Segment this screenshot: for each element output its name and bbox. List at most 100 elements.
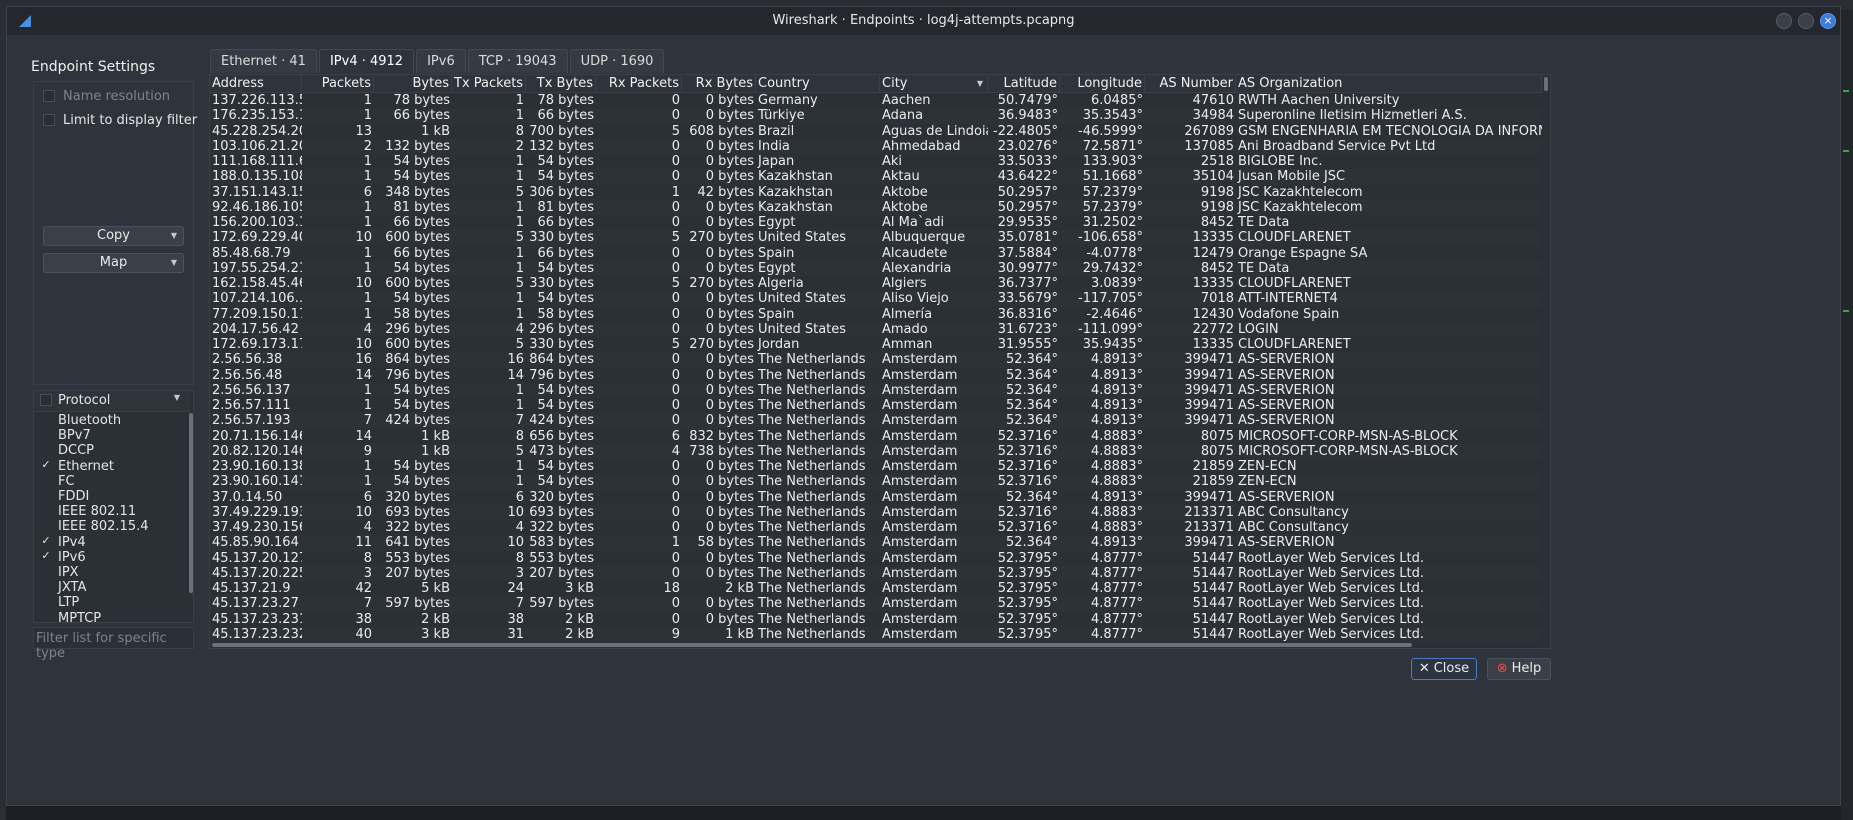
window-close-button[interactable]: ×: [1820, 13, 1836, 29]
table-row[interactable]: 23.90.160.141 1 54 bytes 1 54 bytes 0 0 bytes T…: [210, 474, 1542, 490]
tab-ipv4[interactable]: IPv4 · 4912: [318, 49, 415, 73]
table-row[interactable]: 37.49.230.156 4 322 bytes 4 322 bytes 0 0 byte…: [210, 520, 1542, 535]
protocol-item[interactable]: FDDI: [34, 489, 190, 504]
protocol-item[interactable]: MPTCP: [34, 611, 190, 622]
table-row[interactable]: 204.17.56.42 4 296 bytes 4 296 bytes 0 0 bytes…: [210, 321, 1542, 337]
protocol-all-checkbox[interactable]: [40, 394, 52, 406]
protocol-item[interactable]: IEEE 802.15.4: [34, 519, 190, 534]
maximize-button[interactable]: [1798, 13, 1814, 29]
table-horizontal-scrollbar[interactable]: [210, 642, 1542, 648]
table-row[interactable]: 188.0.135.108 1 54 bytes 1 54 bytes 0 0 bytes K…: [210, 169, 1542, 185]
table-row[interactable]: 137.226.113.56 1 78 bytes 1 78 bytes 0 0 bytes…: [210, 93, 1542, 108]
column-header-rx-packets[interactable]: Rx Packets: [596, 75, 682, 92]
limit-display-filter-option[interactable]: Limit to display filter: [43, 111, 197, 129]
table-row[interactable]: 2.56.57.111 1 54 bytes 1 54 bytes 0 0 bytes The…: [210, 398, 1542, 413]
table-row[interactable]: 2.56.56.137 1 54 bytes 1 54 bytes 0 0 bytes The…: [210, 382, 1542, 398]
protocol-checkbox[interactable]: ✓: [40, 459, 52, 472]
protocol-checkbox[interactable]: [40, 414, 52, 426]
table-row[interactable]: 172.69.173.17 10 600 bytes 5 330 bytes 5 270 b…: [210, 337, 1542, 352]
protocol-filter-input[interactable]: Filter list for specific type: [33, 627, 194, 661]
protocol-item[interactable]: ✓ IPv6: [34, 550, 190, 565]
protocol-item[interactable]: IEEE 802.11: [34, 504, 190, 519]
protocol-checkbox[interactable]: ✓: [40, 550, 52, 563]
minimize-button[interactable]: [1776, 13, 1792, 29]
scrollbar-thumb[interactable]: [1544, 77, 1548, 91]
column-header-tx-packets[interactable]: Tx Packets: [452, 75, 526, 92]
protocol-item[interactable]: ✓ IPv4: [34, 535, 190, 550]
protocol-item[interactable]: ✓ Ethernet: [34, 459, 190, 474]
protocol-checkbox[interactable]: [40, 505, 52, 517]
table-row[interactable]: 23.90.160.138 1 54 bytes 1 54 bytes 0 0 bytes T…: [210, 459, 1542, 474]
tab-ethernet[interactable]: Ethernet · 41: [210, 49, 317, 73]
table-row[interactable]: 92.46.186.105 1 81 bytes 1 81 bytes 0 0 bytes K…: [210, 199, 1542, 215]
column-header-longitude[interactable]: Longitude: [1060, 75, 1145, 92]
table-row[interactable]: 162.158.45.46 10 600 bytes 5 330 bytes 5 270 b…: [210, 276, 1542, 291]
table-vertical-scrollbar[interactable]: [1542, 75, 1550, 640]
protocol-checkbox[interactable]: [40, 490, 52, 502]
protocol-header[interactable]: Protocol ▼: [34, 391, 190, 412]
name-resolution-option[interactable]: Name resolution: [43, 87, 170, 105]
table-row[interactable]: 20.71.156.146 14 1 kB 8 656 bytes 6 832 bytes T…: [210, 429, 1542, 444]
protocol-item[interactable]: JXTA: [34, 580, 190, 595]
table-row[interactable]: 85.48.68.79 1 66 bytes 1 66 bytes 0 0 bytes Spa…: [210, 246, 1542, 261]
protocol-item[interactable]: DCCP: [34, 443, 190, 458]
tab-tcp[interactable]: TCP · 19043: [467, 49, 568, 73]
table-row[interactable]: 45.137.23.231 38 2 kB 38 2 kB 0 0 bytes The Net…: [210, 612, 1542, 627]
table-row[interactable]: 37.0.14.50 6 320 bytes 6 320 bytes 0 0 bytes Th…: [210, 490, 1542, 505]
table-row[interactable]: 156.200.103.11 1 66 bytes 1 66 bytes 0 0 bytes…: [210, 215, 1542, 230]
table-row[interactable]: 103.106.21.202 2 132 bytes 2 132 bytes 0 0 byt…: [210, 138, 1542, 154]
limit-display-filter-checkbox[interactable]: [43, 114, 55, 126]
table-row[interactable]: 37.49.229.193 10 693 bytes 10 693 bytes 0 0 by…: [210, 504, 1542, 520]
column-header-city[interactable]: City ▼: [880, 75, 988, 92]
protocol-checkbox[interactable]: [40, 581, 52, 593]
table-row[interactable]: 2.56.56.38 16 864 bytes 16 864 bytes 0 0 bytes…: [210, 352, 1542, 368]
protocol-item[interactable]: IPX: [34, 565, 190, 580]
table-row[interactable]: 2.56.56.48 14 796 bytes 14 796 bytes 0 0 bytes…: [210, 368, 1542, 383]
protocol-checkbox[interactable]: [40, 612, 52, 622]
protocol-item[interactable]: BPv7: [34, 428, 190, 443]
table-row[interactable]: 176.235.153.1… 1 66 bytes 1 66 bytes 0 0 bytes…: [210, 108, 1542, 124]
protocol-checkbox[interactable]: [40, 520, 52, 532]
table-row[interactable]: 45.137.23.27 7 597 bytes 7 597 bytes 0 0 bytes…: [210, 596, 1542, 612]
table-row[interactable]: 172.69.229.40 10 600 bytes 5 330 bytes 5 270 b…: [210, 230, 1542, 246]
protocol-item[interactable]: LTP: [34, 595, 190, 610]
column-header-address[interactable]: Address: [210, 75, 302, 92]
protocol-item[interactable]: Bluetooth: [34, 413, 190, 428]
protocol-checkbox[interactable]: [40, 429, 52, 441]
table-row[interactable]: 45.228.254.200 13 1 kB 8 700 bytes 5 608 bytes…: [210, 124, 1542, 139]
table-row[interactable]: 45.137.20.127 8 553 bytes 8 553 bytes 0 0 byte…: [210, 551, 1542, 566]
table-row[interactable]: 107.214.106.… 1 54 bytes 1 54 bytes 0 0 bytes U…: [210, 291, 1542, 307]
table-row[interactable]: 77.209.150.174 1 58 bytes 1 58 bytes 0 0 bytes…: [210, 307, 1542, 322]
copy-button[interactable]: Copy ▼: [43, 226, 184, 246]
tab-ipv6[interactable]: IPv6: [416, 49, 466, 73]
scrollbar-thumb[interactable]: [189, 413, 193, 593]
protocol-scrollbar[interactable]: [189, 413, 193, 622]
column-header-country[interactable]: Country: [756, 75, 880, 92]
close-button[interactable]: ✕ Close: [1411, 658, 1477, 680]
table-row[interactable]: 45.85.90.164 11 641 bytes 10 583 bytes 1 58 by…: [210, 535, 1542, 551]
protocol-checkbox[interactable]: [40, 475, 52, 487]
scrollbar-thumb[interactable]: [212, 643, 1412, 647]
column-header-bytes[interactable]: Bytes: [374, 75, 452, 92]
table-row[interactable]: 197.55.254.212 1 54 bytes 1 54 bytes 0 0 bytes…: [210, 260, 1542, 276]
protocol-item[interactable]: FC: [34, 474, 190, 489]
column-header-latitude[interactable]: Latitude: [988, 75, 1060, 92]
tab-udp[interactable]: UDP · 1690: [569, 49, 665, 73]
map-button[interactable]: Map ▼: [43, 253, 184, 273]
protocol-checkbox[interactable]: [40, 566, 52, 578]
table-row[interactable]: 20.82.120.146 9 1 kB 5 473 bytes 4 738 bytes Th…: [210, 443, 1542, 459]
table-row[interactable]: 45.137.20.225 3 207 bytes 3 207 bytes 0 0 byte…: [210, 565, 1542, 581]
protocol-checkbox[interactable]: [40, 444, 52, 456]
table-row[interactable]: 2.56.57.193 7 424 bytes 7 424 bytes 0 0 bytes T…: [210, 413, 1542, 429]
protocol-checkbox[interactable]: ✓: [40, 535, 52, 548]
table-row[interactable]: 45.137.21.9 42 5 kB 24 3 kB 18 2 kB The Netherl…: [210, 581, 1542, 596]
column-header-rx-bytes[interactable]: Rx Bytes: [682, 75, 756, 92]
help-button[interactable]: ⊗ Help: [1487, 658, 1551, 680]
column-header-as-organization[interactable]: AS Organization: [1236, 75, 1542, 92]
table-row[interactable]: 111.168.111.60 1 54 bytes 1 54 bytes 0 0 bytes…: [210, 154, 1542, 169]
column-header-tx-bytes[interactable]: Tx Bytes: [526, 75, 596, 92]
column-header-packets[interactable]: Packets: [302, 75, 374, 92]
name-resolution-checkbox[interactable]: [43, 90, 55, 102]
protocol-checkbox[interactable]: [40, 596, 52, 608]
table-row[interactable]: 37.151.143.150 6 348 bytes 5 306 bytes 1 42 by…: [210, 185, 1542, 200]
